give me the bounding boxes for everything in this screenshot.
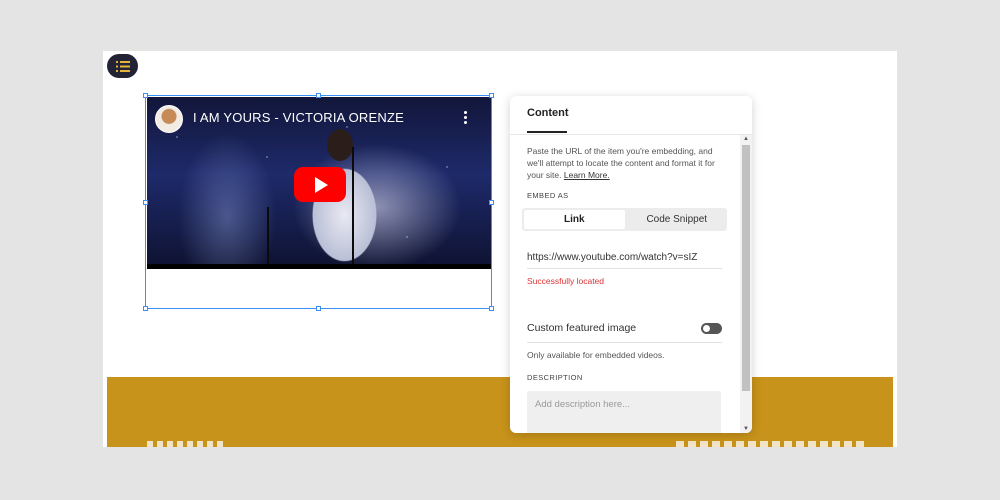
resize-handle-top-right[interactable]	[489, 93, 494, 98]
embed-as-toggle: Link Code Snippet	[522, 208, 727, 231]
toggle-knob	[703, 325, 710, 332]
video-thumbnail-head	[327, 129, 353, 161]
embed-settings-panel: Content Paste the URL of the item you're…	[510, 96, 752, 433]
resize-handle-left[interactable]	[143, 200, 148, 205]
embed-url-input[interactable]	[527, 246, 722, 269]
resize-handle-top[interactable]	[316, 93, 321, 98]
custom-featured-image-row: Custom featured image	[527, 320, 722, 343]
video-title[interactable]: I AM YOURS - VICTORIA ORENZE	[193, 110, 404, 125]
tab-content[interactable]: Content	[527, 107, 569, 133]
custom-featured-image-help: Only available for embedded videos.	[527, 350, 665, 360]
learn-more-link[interactable]: Learn More.	[564, 170, 610, 180]
more-options-icon[interactable]	[464, 109, 467, 126]
embed-status-text: Successfully located	[527, 276, 605, 286]
panel-header: Content	[510, 96, 752, 135]
list-icon	[115, 60, 130, 72]
scroll-down-arrow[interactable]: ▼	[743, 426, 749, 432]
resize-handle-bottom-right[interactable]	[489, 306, 494, 311]
resize-handle-bottom-left[interactable]	[143, 306, 148, 311]
channel-avatar[interactable]	[155, 105, 183, 133]
video-progress-bar	[147, 264, 491, 269]
custom-featured-image-toggle[interactable]	[701, 323, 722, 334]
panel-body: Paste the URL of the item you're embeddi…	[510, 135, 740, 433]
page-canvas: I AM YOURS - VICTORIA ORENZE	[103, 51, 897, 447]
custom-featured-image-label: Custom featured image	[527, 322, 637, 334]
tab-active-indicator	[527, 131, 567, 133]
embed-help-body: Paste the URL of the item you're embeddi…	[527, 146, 715, 180]
description-input[interactable]	[527, 391, 721, 433]
resize-handle-right[interactable]	[489, 200, 494, 205]
video-embed-block[interactable]: I AM YOURS - VICTORIA ORENZE	[143, 93, 494, 311]
panel-scrollbar[interactable]: ▲ ▼	[740, 135, 752, 433]
video-player[interactable]: I AM YOURS - VICTORIA ORENZE	[147, 97, 491, 269]
embed-as-link-option[interactable]: Link	[524, 210, 625, 229]
play-icon	[315, 176, 328, 193]
play-button[interactable]	[294, 167, 346, 202]
mic-stand	[352, 147, 354, 269]
description-label: DESCRIPTION	[527, 373, 583, 382]
embed-as-label: EMBED AS	[527, 191, 569, 200]
embed-help-text: Paste the URL of the item you're embeddi…	[527, 145, 719, 181]
block-menu-button[interactable]	[107, 54, 138, 78]
band-text-fragment	[676, 441, 866, 447]
scroll-thumb[interactable]	[742, 145, 750, 391]
resize-handle-top-left[interactable]	[143, 93, 148, 98]
gold-section-band	[107, 377, 893, 447]
embed-as-code-snippet-option[interactable]: Code Snippet	[627, 208, 728, 231]
resize-handle-bottom[interactable]	[316, 306, 321, 311]
scroll-up-arrow[interactable]: ▲	[743, 136, 749, 142]
mic-stand	[267, 207, 269, 269]
band-text-fragment	[147, 441, 227, 447]
